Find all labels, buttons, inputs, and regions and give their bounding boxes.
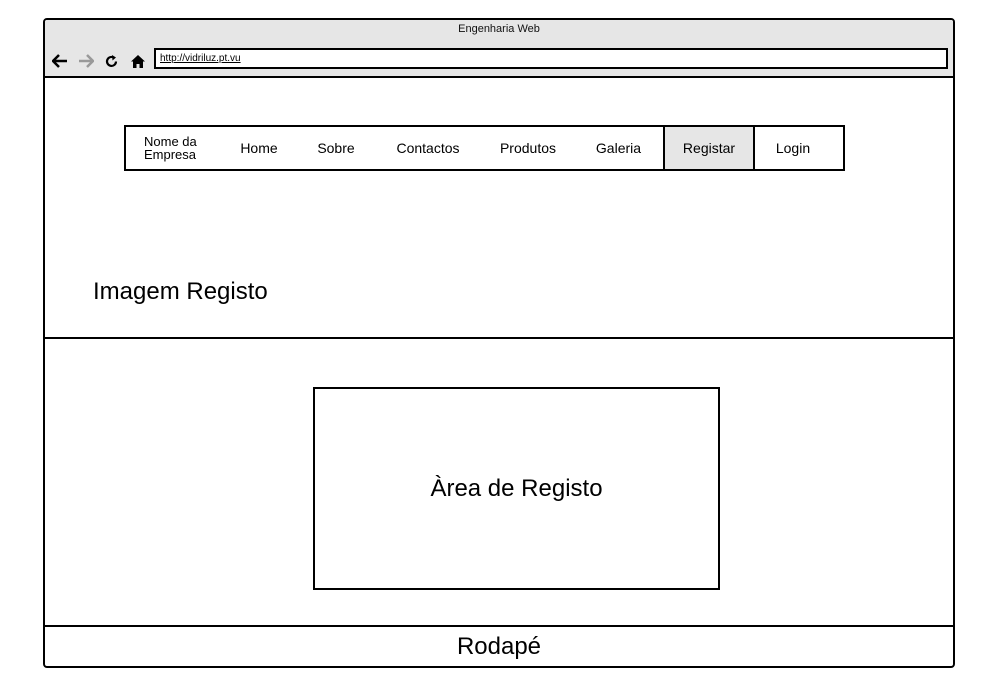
url-input[interactable]: http://vidriluz.pt.vu (154, 48, 948, 69)
footer: Rodapé (45, 627, 953, 666)
register-area: Àrea de Registo (313, 387, 720, 590)
register-area-label: Àrea de Registo (430, 474, 603, 502)
browser-window: Engenharia Web http://vidriluz.pt.vu Nom… (43, 18, 955, 668)
window-title: Engenharia Web (458, 23, 540, 35)
footer-label: Rodapé (456, 632, 542, 660)
nav-registar[interactable]: Registar (663, 127, 755, 169)
nav-home[interactable]: Home (220, 127, 298, 169)
nav-produtos[interactable]: Produtos (482, 127, 574, 169)
back-icon[interactable] (51, 52, 68, 70)
content-section: Àrea de Registo (45, 339, 953, 627)
refresh-icon[interactable] (103, 52, 120, 70)
forward-icon[interactable] (77, 52, 94, 70)
nav-contactos[interactable]: Contactos (374, 127, 482, 169)
browser-nav-buttons (51, 50, 146, 72)
company-name-line2: Empresa (144, 147, 197, 162)
site-navbar: Nome da Empresa Home Sobre Contactos Pro… (124, 125, 845, 171)
home-icon[interactable] (129, 52, 146, 70)
nav-sobre[interactable]: Sobre (298, 127, 374, 169)
header-image-label: Imagem Registo (93, 278, 268, 305)
nav-galeria[interactable]: Galeria (574, 127, 663, 169)
nav-login[interactable]: Login (755, 127, 831, 169)
browser-chrome: Engenharia Web http://vidriluz.pt.vu (45, 20, 953, 78)
company-name[interactable]: Nome da Empresa (126, 127, 220, 169)
header-section: Nome da Empresa Home Sobre Contactos Pro… (45, 78, 953, 339)
